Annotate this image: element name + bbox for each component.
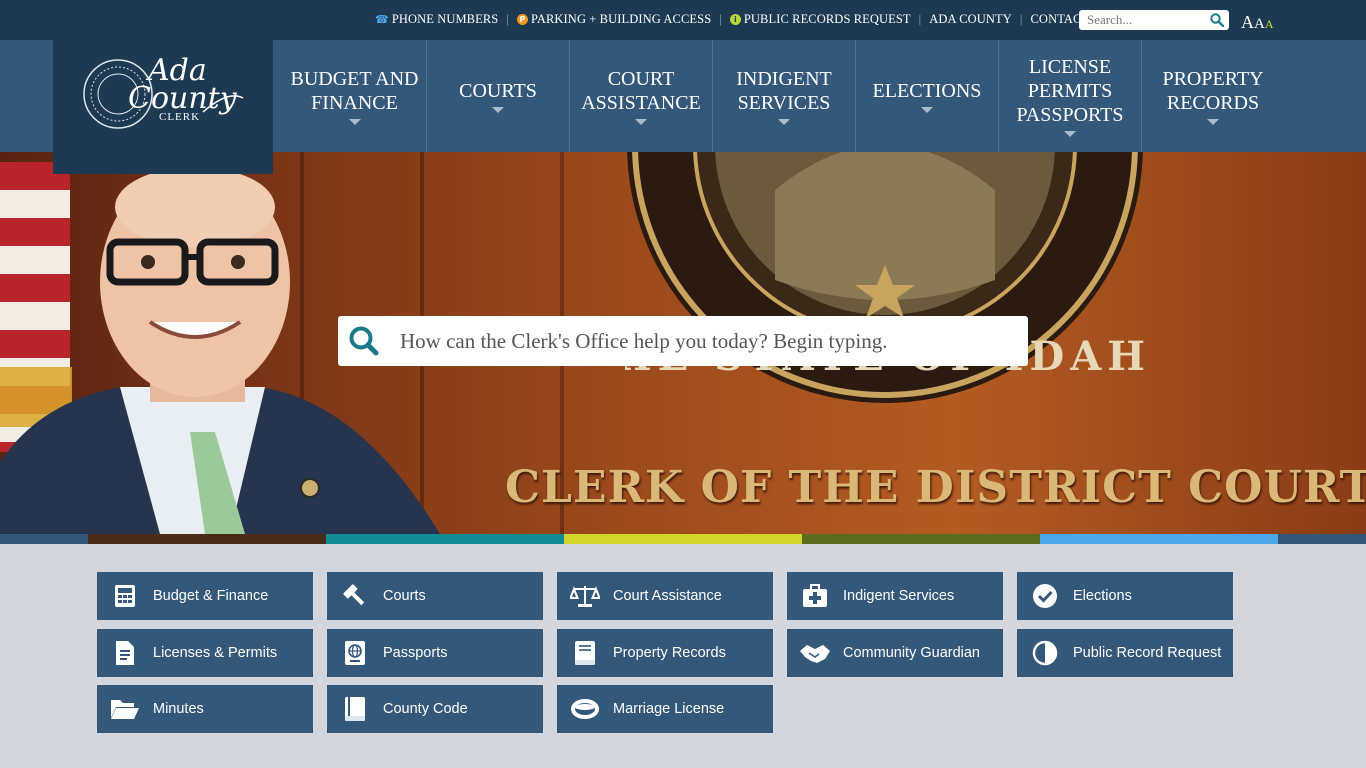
- tile-courts[interactable]: Courts: [327, 572, 543, 620]
- divider: |: [719, 12, 722, 26]
- strip-segment: [564, 534, 802, 544]
- scales-icon: [557, 584, 613, 608]
- nav-property-records[interactable]: PROPERTY RECORDS: [1141, 40, 1284, 152]
- ada-county-clerk-logo: Ada County CLERK: [83, 53, 244, 129]
- divider: |: [506, 12, 509, 26]
- tile-indigent-services[interactable]: Indigent Services: [787, 572, 1003, 620]
- text-size-control[interactable]: AAA: [1241, 12, 1274, 33]
- half-circle-icon: [1017, 640, 1073, 666]
- chevron-down-icon: [921, 107, 933, 113]
- search-icon[interactable]: [1210, 13, 1225, 32]
- color-strip: [0, 534, 1366, 544]
- top-search-input[interactable]: [1079, 10, 1204, 30]
- utility-link-phone-numbers[interactable]: ☎ PHONE NUMBERS: [375, 12, 498, 27]
- tile-passports[interactable]: Passports: [327, 629, 543, 677]
- passport-icon: [327, 640, 383, 666]
- search-icon[interactable]: [348, 325, 380, 362]
- divider: |: [1019, 12, 1023, 26]
- logo[interactable]: Ada County CLERK: [53, 40, 273, 174]
- tile-elections[interactable]: Elections: [1017, 572, 1233, 620]
- utility-links: ☎ PHONE NUMBERS | P PARKING + BUILDING A…: [375, 12, 1089, 27]
- chevron-down-icon: [778, 119, 790, 125]
- chevron-down-icon: [635, 119, 647, 125]
- tile-court-assistance[interactable]: Court Assistance: [557, 572, 773, 620]
- code-book-icon: [327, 696, 383, 722]
- parking-icon: P: [516, 14, 528, 25]
- chevron-down-icon: [492, 107, 504, 113]
- strip-segment: [0, 534, 88, 544]
- tile-public-record-request[interactable]: Public Record Request: [1017, 629, 1233, 677]
- utility-link-parking[interactable]: P PARKING + BUILDING ACCESS: [516, 12, 711, 27]
- tile-county-code[interactable]: County Code: [327, 685, 543, 733]
- text-size-small[interactable]: A: [1265, 17, 1274, 32]
- divider: |: [918, 12, 922, 26]
- tile-marriage-license[interactable]: Marriage License: [557, 685, 773, 733]
- nav-courts[interactable]: COURTS: [426, 40, 569, 152]
- nav-elections[interactable]: ELECTIONS: [855, 40, 998, 152]
- utility-link-ada-county[interactable]: ADA COUNTY: [929, 12, 1012, 27]
- tile-property-records[interactable]: Property Records: [557, 629, 773, 677]
- tile-licenses-permits[interactable]: Licenses & Permits: [97, 629, 313, 677]
- hero-search: [338, 316, 1028, 366]
- utility-link-public-records[interactable]: i PUBLIC RECORDS REQUEST: [729, 12, 911, 27]
- book-icon: [557, 640, 613, 666]
- strip-segment: [1278, 534, 1366, 544]
- nav-license-permits-passports[interactable]: LICENSE PERMITS PASSPORTS: [998, 40, 1141, 152]
- nav-budget-finance[interactable]: BUDGET AND FINANCE: [283, 40, 426, 152]
- idaho-state-seal: THE STATE OF IDAHO: [625, 152, 1145, 403]
- tile-budget-finance[interactable]: Budget & Finance: [97, 572, 313, 620]
- document-icon: [97, 640, 153, 666]
- hero-search-input[interactable]: [400, 316, 1010, 366]
- gavel-icon: [327, 583, 383, 609]
- tile-minutes[interactable]: Minutes: [97, 685, 313, 733]
- handshake-icon: [787, 641, 843, 665]
- info-icon: i: [729, 14, 741, 25]
- strip-segment: [802, 534, 1040, 544]
- logo-clerk: CLERK: [159, 111, 200, 123]
- strip-segment: [326, 534, 564, 544]
- chevron-down-icon: [348, 119, 361, 125]
- text-size-medium[interactable]: A: [1254, 16, 1265, 33]
- phone-icon: ☎: [375, 14, 389, 26]
- check-circle-icon: [1017, 583, 1073, 609]
- chevron-down-icon: [1064, 131, 1076, 137]
- chevron-down-icon: [1207, 119, 1219, 125]
- strip-segment: [88, 534, 326, 544]
- calculator-icon: [97, 584, 153, 608]
- top-search: [1079, 10, 1229, 30]
- ring-icon: [557, 698, 613, 720]
- strip-segment: [1040, 534, 1278, 544]
- text-size-large[interactable]: A: [1241, 12, 1254, 33]
- nav-indigent-services[interactable]: INDIGENT SERVICES: [712, 40, 855, 152]
- wall-text: CLERK OF THE DISTRICT COURT: [505, 462, 1366, 513]
- first-aid-kit-icon: [787, 584, 843, 608]
- nav-court-assistance[interactable]: COURT ASSISTANCE: [569, 40, 712, 152]
- folder-open-icon: [97, 698, 153, 720]
- tile-community-guardian[interactable]: Community Guardian: [787, 629, 1003, 677]
